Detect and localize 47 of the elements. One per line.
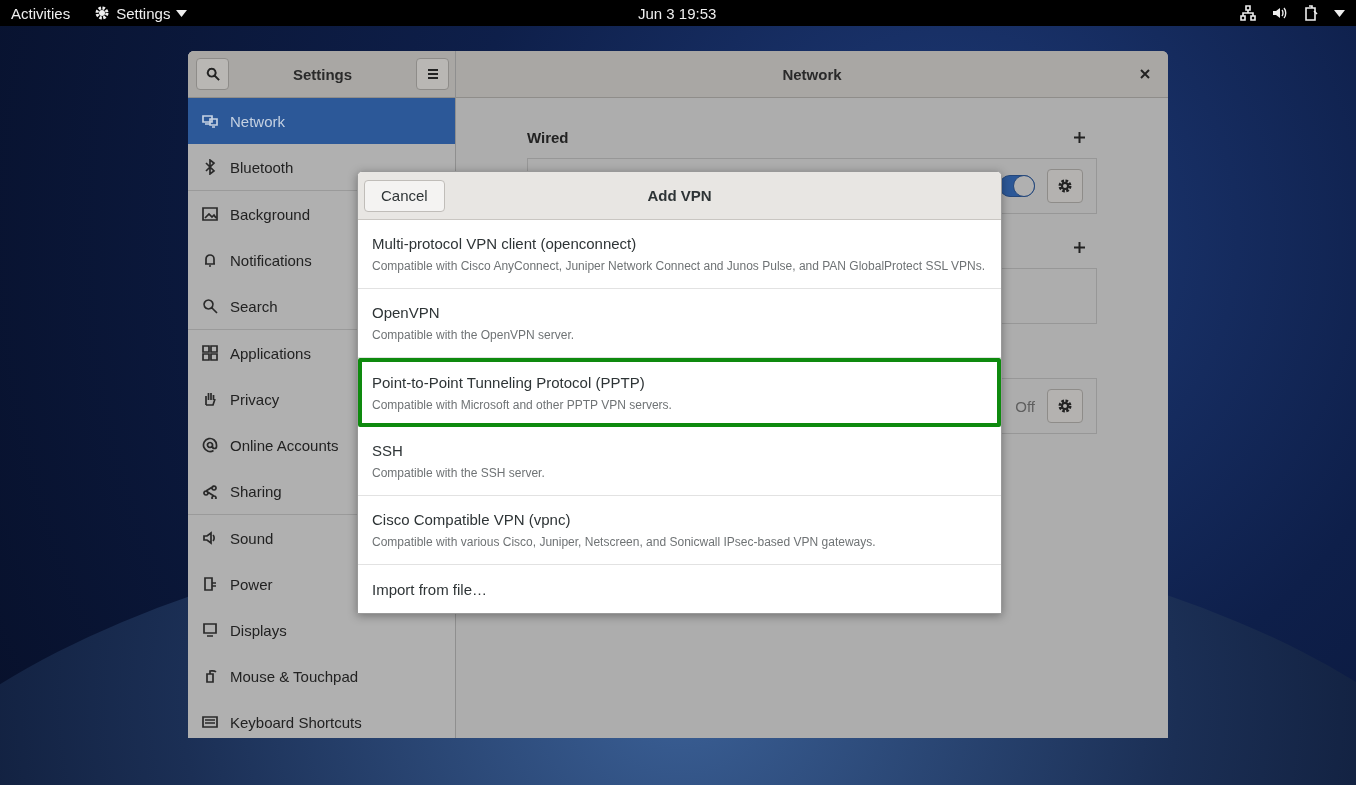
window-title: Network [782, 65, 842, 83]
vpn-option[interactable]: OpenVPN Compatible with the OpenVPN server. [358, 289, 1001, 358]
share-icon [202, 483, 218, 499]
clock[interactable]: Jun 3 19:53 [638, 4, 717, 22]
caret-icon[interactable] [1334, 9, 1345, 17]
hand-icon [202, 391, 218, 407]
close-icon[interactable] [1140, 69, 1150, 79]
sidebar-item[interactable]: Mouse & Touchpad [188, 653, 455, 699]
keyboard-icon [202, 714, 218, 730]
bluetooth-icon [202, 159, 218, 175]
bell-icon [202, 252, 218, 268]
volume-icon[interactable] [1272, 5, 1288, 21]
status-text: Off [1015, 397, 1035, 415]
gear-icon [94, 5, 111, 21]
menu-icon [426, 68, 439, 80]
network-icon[interactable] [1240, 5, 1256, 21]
app-menu[interactable]: Settings [94, 4, 188, 22]
battery-icon[interactable] [1304, 5, 1318, 21]
add-icon[interactable] [1074, 241, 1085, 253]
gear-icon [1057, 178, 1073, 194]
speaker-icon [202, 530, 218, 546]
sidebar-title: Settings [292, 65, 353, 83]
settings-button[interactable] [1047, 169, 1083, 203]
add-icon[interactable] [1074, 131, 1085, 143]
vpn-option[interactable]: Cisco Compatible VPN (vpnc) Compatible with various Cisco, Juniper, Netscreen, and Sonicwall IPsec-based VPN gateways. [358, 496, 1001, 565]
search-button[interactable] [196, 58, 229, 90]
vpn-option[interactable]: Multi-protocol VPN client (openconnect) Compatible with Cisco AnyConnect, Juniper Network Connect and Junos Pulse, and PAN GlobalProtect SSL VPNs. [358, 220, 1001, 289]
at-sign-icon [202, 437, 218, 453]
vpn-option[interactable]: SSH Compatible with the SSH server. [358, 427, 1001, 496]
dialog-title: Add VPN [647, 187, 712, 204]
sidebar-item[interactable]: Network [188, 98, 455, 144]
cancel-button[interactable]: Cancel [364, 179, 445, 212]
settings-button[interactable] [1047, 389, 1083, 423]
search-icon [202, 298, 218, 314]
network-icon [202, 113, 218, 129]
gear-icon [1057, 398, 1073, 414]
image-icon [202, 206, 218, 222]
vpn-option[interactable]: Point-to-Point Tunneling Protocol (PPTP) Compatible with Microsoft and other PPTP VPN servers. [358, 358, 1001, 427]
sidebar-item[interactable]: Keyboard Shortcuts [188, 699, 455, 738]
monitor-icon [202, 622, 218, 638]
grid-icon [202, 345, 218, 361]
caret-icon [176, 9, 188, 17]
search-icon [205, 67, 220, 81]
plug-icon [202, 576, 218, 592]
section-title: Wired [527, 128, 569, 146]
menu-button[interactable] [416, 58, 449, 90]
activities-button[interactable]: Activities [11, 4, 71, 22]
